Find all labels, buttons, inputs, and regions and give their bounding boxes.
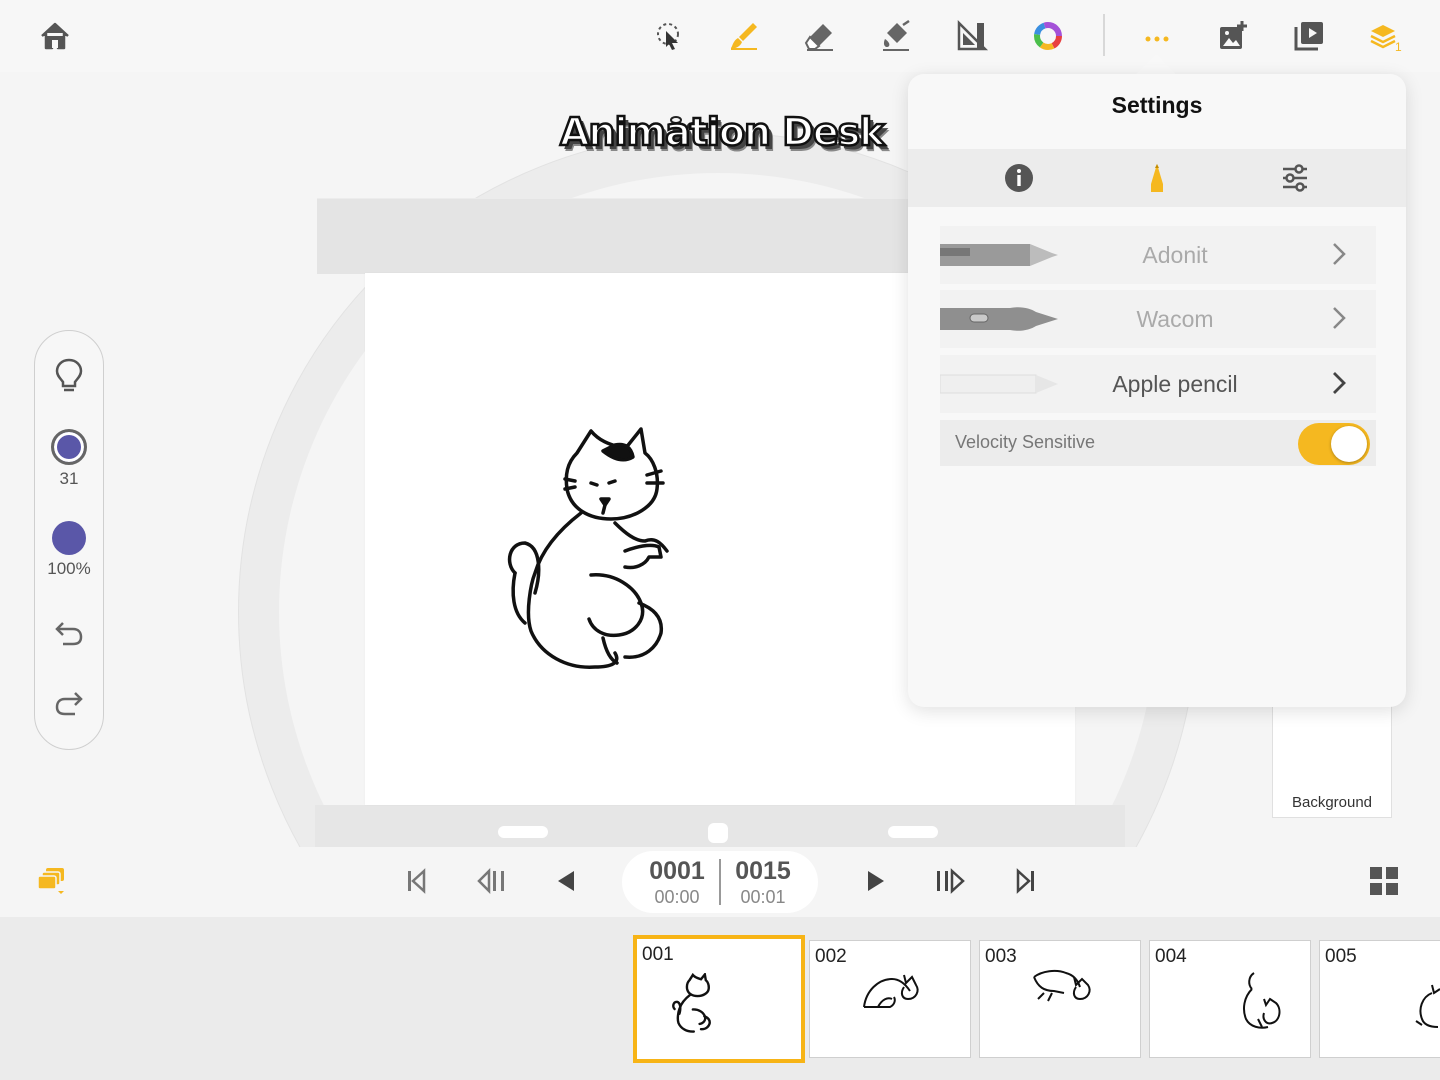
grid-view-icon[interactable]	[1364, 861, 1404, 901]
brush-icon[interactable]	[722, 14, 766, 58]
preferences-sliders-icon[interactable]	[1278, 161, 1312, 195]
eraser-icon[interactable]	[798, 14, 842, 58]
playback-bar: 0001 00:00 0015 00:01	[0, 847, 1440, 917]
background-layer-card[interactable]: Background	[1272, 692, 1392, 818]
opacity-swatch	[52, 521, 86, 555]
pen-name: Apple pencil	[1112, 370, 1238, 397]
pen-row-wacom[interactable]: Wacom	[940, 290, 1376, 348]
frame-thumbnail[interactable]: 005	[1319, 940, 1440, 1058]
opacity-control[interactable]: 100%	[35, 521, 103, 579]
wacom-stylus-icon	[940, 307, 1058, 331]
current-frame: 0001	[649, 857, 705, 885]
total-time: 00:01	[740, 887, 786, 907]
settings-popover: Settings Adonit Wacom Apple pencil Veloc…	[908, 74, 1406, 707]
peg-center	[708, 823, 728, 843]
frame-counter: 0001 00:00 0015 00:01	[622, 851, 818, 913]
velocity-sensitive-toggle[interactable]	[1298, 423, 1370, 465]
chevron-right-icon	[1333, 243, 1346, 265]
settings-title: Settings	[1111, 92, 1203, 118]
color-wheel-icon[interactable]	[1026, 14, 1070, 58]
chevron-right-icon	[1333, 372, 1346, 394]
settings-tabs	[908, 149, 1406, 207]
lightbulb-icon[interactable]	[35, 357, 103, 393]
cat-thumbnail	[863, 974, 919, 1008]
frame-number: 002	[815, 946, 847, 967]
brush-size-swatch	[51, 429, 87, 465]
brush-side-panel: 31 100%	[34, 330, 104, 750]
frame-thumbnail[interactable]: 002	[809, 940, 971, 1058]
opacity-value: 100%	[47, 559, 91, 578]
pen-name: Wacom	[1136, 305, 1214, 332]
layers-icon[interactable]: 1	[1363, 14, 1407, 58]
background-label: Background	[1291, 794, 1373, 811]
info-icon[interactable]	[1002, 161, 1036, 195]
pen-name: Adonit	[1142, 241, 1208, 268]
lasso-select-icon[interactable]	[646, 14, 690, 58]
cat-thumbnail	[1243, 972, 1281, 1029]
toolbar-divider	[1103, 14, 1105, 56]
redo-icon[interactable]	[35, 687, 103, 717]
chevron-right-icon	[1333, 307, 1346, 329]
home-icon[interactable]	[33, 14, 77, 58]
stylus-tab-icon[interactable]	[1140, 161, 1174, 195]
frame-thumbnail[interactable]: 003	[979, 940, 1141, 1058]
cat-drawing	[507, 427, 669, 669]
peg-right	[888, 826, 938, 838]
more-icon[interactable]	[1135, 14, 1179, 58]
layers-count-badge: 1	[1395, 40, 1402, 53]
last-frame-icon[interactable]	[1006, 861, 1046, 901]
total-frames: 0015	[735, 857, 791, 885]
frame-number: 005	[1325, 946, 1357, 967]
previous-frame-icon[interactable]	[472, 861, 512, 901]
peg-left	[498, 826, 548, 838]
ruler-icon[interactable]	[950, 14, 994, 58]
undo-icon[interactable]	[35, 617, 103, 647]
velocity-sensitive-label: Velocity Sensitive	[955, 432, 1096, 452]
cat-thumbnail	[1033, 969, 1091, 1002]
brush-size-control[interactable]: 31	[35, 429, 103, 489]
adonit-stylus-icon	[940, 244, 1058, 266]
add-image-icon[interactable]	[1211, 14, 1255, 58]
frame-number: 003	[985, 946, 1017, 967]
frames-stack-icon[interactable]	[32, 861, 72, 901]
play-backward-icon[interactable]	[546, 861, 586, 901]
frame-number: 004	[1155, 946, 1187, 967]
fill-bucket-icon[interactable]	[874, 14, 918, 58]
play-preview-icon[interactable]	[1287, 14, 1331, 58]
velocity-sensitive-row: Velocity Sensitive	[940, 420, 1376, 466]
frame-number: 001	[642, 944, 674, 965]
pen-row-apple-pencil[interactable]: Apple pencil	[940, 355, 1376, 413]
current-time: 00:00	[654, 887, 700, 907]
frame-thumbnail[interactable]: 001	[633, 935, 805, 1063]
first-frame-icon[interactable]	[396, 861, 436, 901]
pen-row-adonit[interactable]: Adonit	[940, 226, 1376, 284]
play-icon[interactable]	[856, 861, 896, 901]
frame-thumbnail[interactable]: 004	[1149, 940, 1311, 1058]
cat-thumbnail	[1415, 984, 1440, 1028]
app-logo: Animation Desk	[559, 109, 886, 156]
top-toolbar: 1	[0, 0, 1440, 72]
brush-size-value: 31	[59, 469, 79, 488]
apple-pencil-icon	[940, 374, 1058, 394]
cat-thumbnail	[672, 973, 711, 1033]
next-frame-icon[interactable]	[930, 861, 970, 901]
filmstrip: 001 002 003 004 005	[0, 917, 1440, 1080]
